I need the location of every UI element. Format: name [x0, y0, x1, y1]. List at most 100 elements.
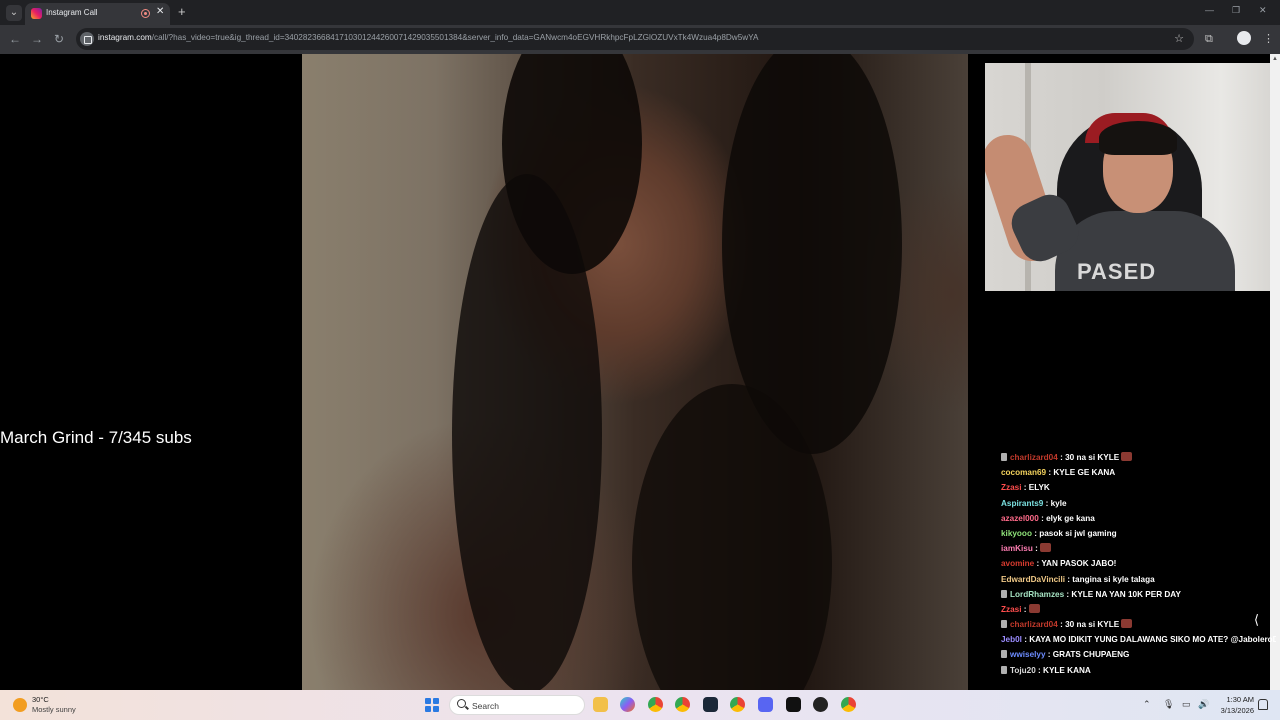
chat-emote-icon [1121, 619, 1133, 629]
chat-message: Zzasi : [1001, 602, 1276, 617]
remote-video-feed [302, 54, 968, 690]
chat-username[interactable]: LordRhamzes [1010, 590, 1064, 599]
app-icon[interactable] [813, 697, 828, 712]
extensions-icon[interactable]: ⧉ [1205, 32, 1213, 46]
chat-username[interactable]: avomine [1001, 559, 1034, 568]
chat-text: : 30 na si KYLE [1057, 453, 1120, 462]
copilot-icon[interactable] [620, 697, 635, 712]
chat-username[interactable]: charlizard04 [1010, 620, 1058, 629]
tab-instagram-call[interactable]: Instagram Call ✕ [25, 3, 170, 25]
chat-username[interactable]: Aspirants9 [1001, 499, 1043, 508]
chrome-icon[interactable] [841, 697, 856, 712]
clock-date[interactable]: 3/13/2026 [1214, 706, 1254, 715]
chat-username[interactable]: cocoman69 [1001, 468, 1046, 477]
chat-text: : KYLE NA YAN 10K PER DAY [1064, 589, 1181, 599]
chat-badge-icon [1001, 453, 1007, 461]
chat-message: LordRhamzes : KYLE NA YAN 10K PER DAY [1001, 587, 1276, 602]
search-icon [457, 699, 466, 708]
stream-chat: charlizard04 : 30 na si KYLE cocoman69 : … [1001, 450, 1276, 690]
chat-badge-icon [1001, 665, 1007, 674]
browser-toolbar: ← → ↻ instagram.com/call/?has_video=true… [0, 25, 1280, 54]
back-icon[interactable]: ← [9, 32, 21, 46]
site-info-icon[interactable] [80, 32, 94, 46]
streamer-webcam: PASED [985, 63, 1280, 291]
obs-icon[interactable] [786, 697, 801, 712]
chat-text: : [1032, 544, 1038, 554]
chat-text: : ELYK [1021, 483, 1050, 493]
chat-username[interactable]: Toju20 [1010, 666, 1036, 675]
forward-icon[interactable]: → [31, 32, 43, 46]
file-explorer-icon[interactable] [593, 697, 608, 712]
chat-emote-icon [1039, 543, 1051, 553]
chat-badge-icon [1001, 620, 1007, 629]
tray-chevron-icon[interactable]: ⌃ [1143, 699, 1151, 710]
clock-time[interactable]: 1:30 AM [1222, 695, 1254, 704]
reload-icon[interactable]: ↻ [54, 32, 64, 46]
chat-username[interactable]: Jeb0l [1001, 635, 1022, 644]
volume-icon[interactable]: 🔊 [1198, 699, 1209, 710]
chat-emote-icon [1121, 452, 1133, 461]
discord-icon[interactable] [758, 697, 773, 712]
chat-text: : pasok si jwl gaming [1031, 528, 1117, 538]
chat-collapse-icon[interactable]: ⟨ [1254, 612, 1259, 628]
chat-message: kikyooo : pasok si jwl gaming [1001, 526, 1276, 541]
profile-icon[interactable] [1237, 31, 1251, 45]
chat-text: : YAN PASOK JABO! [1034, 559, 1117, 569]
chat-text: : kyle [1043, 498, 1067, 508]
bookmark-star-icon[interactable]: ☆ [1174, 32, 1184, 45]
chat-username[interactable]: EdwardDaVincili [1001, 575, 1065, 584]
kebab-menu-icon[interactable]: ⋮ [1263, 32, 1274, 46]
windows-start-icon[interactable] [425, 698, 439, 712]
chat-username[interactable]: azazel000 [1001, 514, 1039, 523]
subs-goal-overlay: March Grind - 7/345 subs [0, 428, 192, 447]
chat-message: EdwardDaVincili : tangina si kyle talaga [1001, 572, 1276, 587]
tab-close-button[interactable]: ✕ [156, 6, 164, 17]
steam-icon[interactable] [703, 697, 718, 712]
chat-username[interactable]: charlizard04 [1010, 453, 1058, 462]
minimize-icon[interactable]: — [1205, 5, 1214, 15]
chat-message: Zzasi : ELYK [1001, 480, 1276, 495]
tab-search-icon[interactable]: ⌄ [6, 5, 22, 21]
chat-username[interactable]: iamKisu [1001, 544, 1033, 553]
address-bar[interactable]: instagram.com/call/?has_video=true&ig_th… [76, 28, 1194, 50]
chat-text: : KYLE GE KANA [1046, 468, 1116, 478]
chat-message: Toju20 : KYLE KANA [1001, 663, 1276, 678]
chat-message: charlizard04 : 30 na si KYLE [1001, 617, 1276, 632]
chat-emote-icon [1028, 603, 1040, 613]
weather-sun-icon[interactable] [13, 698, 27, 712]
network-icon[interactable]: ▭ [1182, 699, 1191, 710]
chrome-icon[interactable] [730, 697, 745, 712]
maximize-icon[interactable]: ❐ [1232, 5, 1240, 16]
new-tab-button[interactable]: + [178, 5, 186, 19]
close-window-icon[interactable]: ✕ [1259, 5, 1267, 16]
instagram-favicon [31, 8, 42, 19]
taskbar-search[interactable]: Search [449, 695, 585, 715]
chat-text: : KYLE KANA [1035, 665, 1091, 675]
chat-badge-icon [1001, 589, 1007, 598]
chat-text: : 30 na si KYLE [1057, 620, 1120, 630]
tab-title: Instagram Call [46, 8, 98, 17]
chat-text: : GRATS CHUPAENG [1045, 650, 1130, 660]
scroll-up-icon[interactable]: ▲ [1272, 56, 1278, 62]
browser-tab-bar: ⌄ Instagram Call ✕ + — ❐ ✕ [0, 0, 1280, 25]
chat-message: charlizard04 : 30 na si KYLE [1001, 450, 1276, 465]
taskbar-search-label: Search [472, 701, 499, 711]
chat-username[interactable]: Zzasi [1001, 483, 1021, 492]
weather-temp[interactable]: 30°C [32, 695, 49, 704]
chat-username[interactable]: wwiselyy [1010, 650, 1046, 659]
recording-icon [141, 9, 150, 18]
chat-text: : [1021, 604, 1027, 614]
chrome-icon[interactable] [675, 697, 690, 712]
weather-desc[interactable]: Mostly sunny [32, 705, 76, 714]
chat-text: : KAYA MO IDIKIT YUNG DALAWANG SIKO MO A… [1021, 635, 1276, 645]
chat-message: iamKisu : [1001, 541, 1276, 556]
chat-username[interactable]: Zzasi [1001, 605, 1021, 614]
notification-bell-icon[interactable] [1258, 699, 1268, 710]
url-text[interactable]: instagram.com/call/?has_video=true&ig_th… [98, 33, 759, 42]
chat-message: Jeb0l : KAYA MO IDIKIT YUNG DALAWANG SIK… [1001, 632, 1276, 647]
chrome-icon[interactable] [648, 697, 663, 712]
chat-text: : tangina si kyle talaga [1065, 574, 1155, 584]
chat-message: Aspirants9 : kyle [1001, 496, 1276, 511]
chat-username[interactable]: kikyooo [1001, 529, 1032, 538]
microphone-icon[interactable]: 🎙 [1163, 699, 1174, 710]
